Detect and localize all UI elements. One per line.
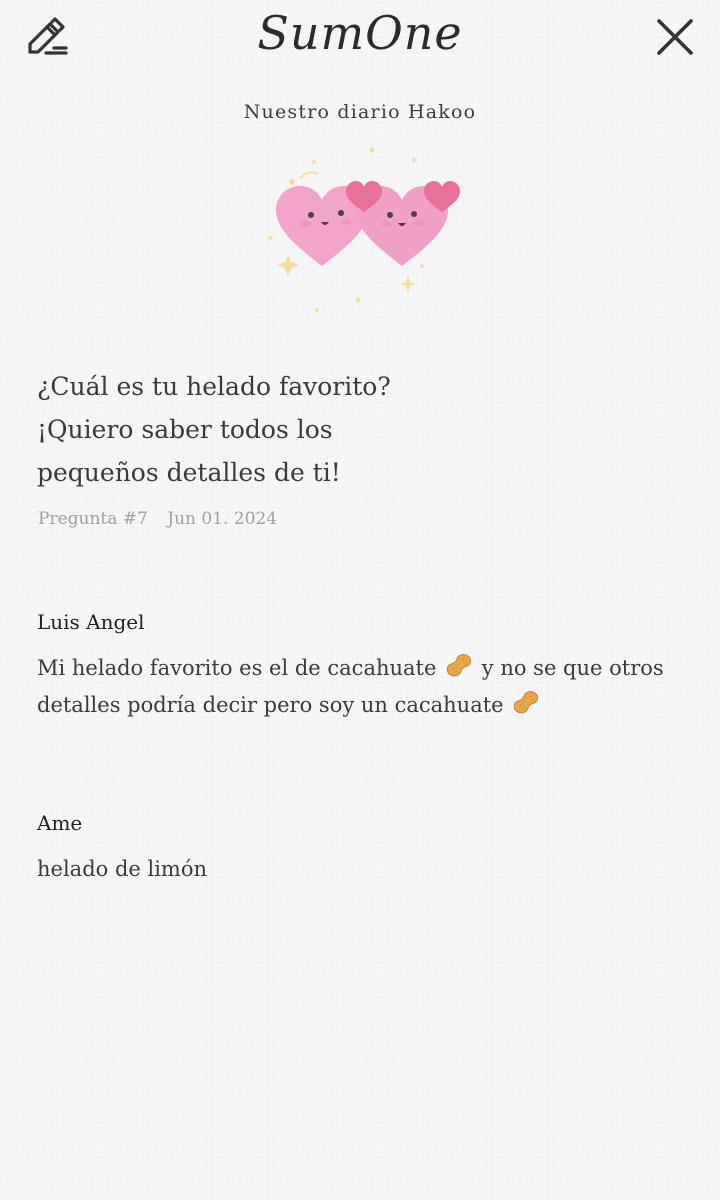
close-icon bbox=[657, 19, 693, 55]
app-title: SumOne bbox=[257, 6, 463, 60]
question-date: Jun 01. 2024 bbox=[167, 509, 278, 529]
close-button[interactable] bbox=[652, 14, 698, 60]
answer-author: Luis Angel bbox=[37, 610, 145, 634]
answer-author: Ame bbox=[37, 811, 83, 835]
question-number: Pregunta #7 bbox=[38, 509, 148, 529]
diary-name: Nuestro diario Hakoo bbox=[243, 101, 477, 123]
answer-text-segment: y no se que otros bbox=[481, 656, 664, 680]
answer-text-segment: Mi helado favorito es el de cacahuate bbox=[37, 656, 437, 680]
answer-text: Mi helado favorito es el de cacahuate y … bbox=[37, 650, 687, 724]
question-meta: Pregunta #7 Jun 01. 2024 bbox=[38, 509, 277, 529]
question-line: pequeños detalles de ti! bbox=[37, 458, 341, 487]
answer-text-line: helado de limón bbox=[37, 857, 208, 881]
peanut-icon bbox=[446, 654, 472, 677]
question-text: ¿Cuál es tu helado favorito? ¡Quiero sab… bbox=[37, 365, 637, 494]
top-bar: SumOne bbox=[0, 0, 720, 80]
question-line: ¡Quiero saber todos los bbox=[37, 415, 333, 444]
answer-text: helado de limón bbox=[37, 851, 687, 888]
couple-hearts-illustration bbox=[262, 142, 474, 322]
answer-text-segment: detalles podría decir pero soy un cacahu… bbox=[37, 693, 504, 717]
question-line: ¿Cuál es tu helado favorito? bbox=[37, 372, 391, 401]
peanut-icon bbox=[514, 691, 539, 714]
